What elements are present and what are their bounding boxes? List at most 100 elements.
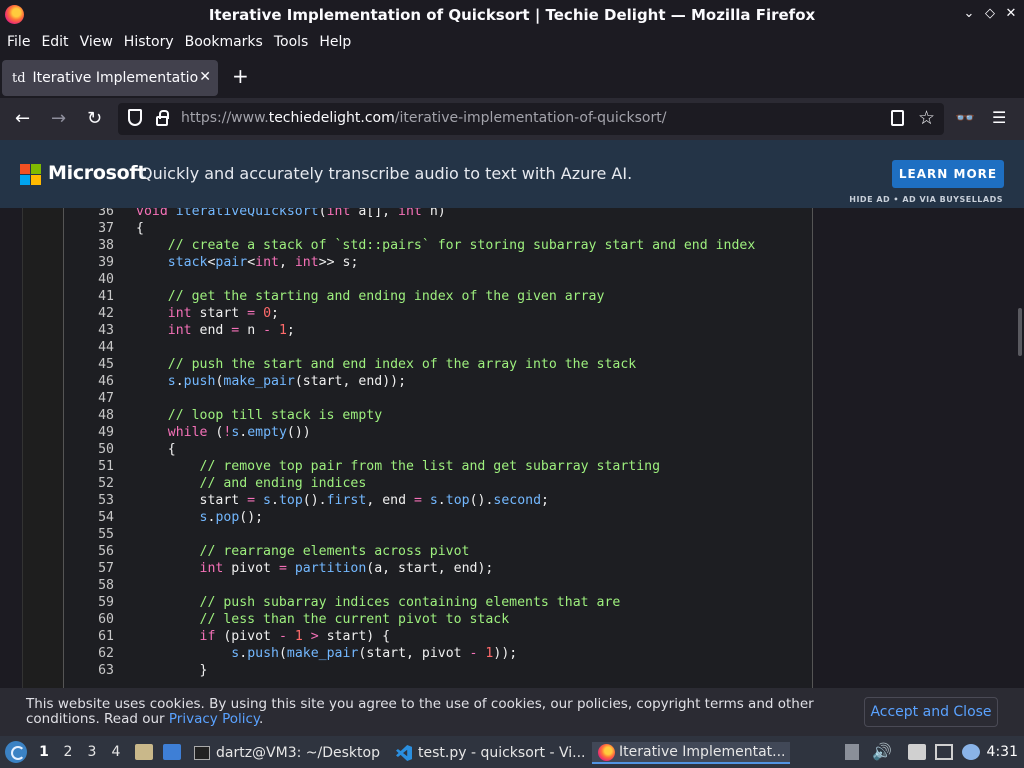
- code-text: // and ending indices: [199, 476, 367, 491]
- code-text: stack<pair<int, int>> s;: [167, 255, 359, 270]
- menu-edit[interactable]: Edit: [41, 34, 68, 50]
- taskbar: 1 2 3 4 dartz@VM3: ~/Desktop test.py - q…: [0, 736, 1024, 768]
- line-number: 63: [98, 663, 114, 678]
- code-text: // loop till stack is empty: [167, 408, 383, 423]
- code-line: 36 void iterativeQuicksort(int a[], int n…: [64, 208, 755, 220]
- ad-banner[interactable]: Microsoft Quickly and accurately transcr…: [0, 140, 1024, 208]
- bookmark-star-icon[interactable]: ☆: [918, 107, 935, 129]
- taskbar-terminal[interactable]: dartz@VM3: ~/Desktop: [194, 742, 380, 764]
- line-number: 46: [98, 374, 114, 389]
- forward-icon[interactable]: →: [51, 108, 66, 129]
- code-line: 40: [64, 271, 755, 288]
- workspace-2[interactable]: 2: [60, 744, 76, 760]
- code-line: 42 int start = 0;: [64, 305, 755, 322]
- show-desktop-icon[interactable]: [163, 744, 181, 760]
- learn-more-button[interactable]: LEARN MORE: [892, 160, 1004, 188]
- menu-bookmarks[interactable]: Bookmarks: [185, 34, 263, 50]
- ad-brand: Microsoft: [48, 162, 147, 184]
- firefox-logo-icon: [5, 5, 24, 24]
- line-number: 42: [98, 306, 114, 321]
- microsoft-logo-icon: [20, 164, 41, 185]
- minimize-icon[interactable]: ⌄: [962, 6, 976, 21]
- start-menu-icon[interactable]: [5, 741, 27, 763]
- extension-mask-icon[interactable]: 👓: [955, 108, 975, 127]
- line-number: 48: [98, 408, 114, 423]
- line-number: 58: [98, 578, 114, 593]
- close-window-icon[interactable]: ✕: [1004, 6, 1018, 21]
- code-text: void iterativeQuicksort(int a[], int n): [136, 208, 446, 219]
- notification-icon[interactable]: [962, 744, 980, 760]
- menu-history[interactable]: History: [124, 34, 174, 50]
- code-text: // remove top pair from the list and get…: [199, 459, 661, 474]
- line-number: 36: [98, 208, 114, 219]
- code-text: int end = n - 1;: [167, 323, 295, 338]
- code-text: }: [136, 663, 208, 678]
- hamburger-menu-icon[interactable]: ☰: [992, 108, 1006, 127]
- code-line: 47: [64, 390, 755, 407]
- line-number: 40: [98, 272, 114, 287]
- code-line: 52 // and ending indices: [64, 475, 755, 492]
- logo-square: [31, 164, 41, 174]
- trash-icon[interactable]: [845, 744, 859, 760]
- new-tab-button[interactable]: +: [232, 64, 249, 88]
- lock-icon[interactable]: [156, 110, 169, 126]
- code-line: 59 // push subarray indices containing e…: [64, 594, 755, 611]
- menu-view[interactable]: View: [80, 34, 113, 50]
- reload-icon[interactable]: ↻: [87, 108, 102, 129]
- code-lines: 35// iterative Quicksort routine36void i…: [64, 208, 755, 679]
- code-line: 45 // push the start and end index of th…: [64, 356, 755, 373]
- clock: 4:31: [986, 744, 1018, 760]
- menu-file[interactable]: File: [7, 34, 30, 50]
- navigation-bar: ← → ↻ https://www.techiedelight.com/iter…: [0, 98, 1024, 140]
- code-line: 63 }: [64, 662, 755, 679]
- accept-and-close-button[interactable]: Accept and Close: [864, 697, 998, 727]
- code-line: 38 // create a stack of `std::pairs` for…: [64, 237, 755, 254]
- url-bar[interactable]: https://www.techiedelight.com/iterative-…: [118, 103, 944, 135]
- taskbar-vscode[interactable]: test.py - quicksort - Vi...: [396, 742, 585, 764]
- logo-square: [20, 164, 30, 174]
- code-line: 56 // rearrange elements across pivot: [64, 543, 755, 560]
- menu-help[interactable]: Help: [319, 34, 351, 50]
- volume-icon[interactable]: 🔊: [872, 742, 892, 761]
- line-number: 47: [98, 391, 114, 406]
- tracking-protection-icon[interactable]: [128, 109, 142, 126]
- code-text: s.push(make_pair(start, end));: [167, 374, 407, 389]
- terminal-icon: [194, 746, 210, 760]
- code-text: // less than the current pivot to stack: [199, 612, 510, 627]
- back-icon[interactable]: ←: [15, 108, 30, 129]
- taskbar-firefox[interactable]: Iterative Implementat...: [592, 742, 790, 764]
- clipboard-icon[interactable]: [908, 744, 926, 760]
- reader-view-icon[interactable]: [891, 110, 904, 126]
- code-text: // push subarray indices containing elem…: [199, 595, 621, 610]
- workspace-4[interactable]: 4: [108, 744, 124, 760]
- network-icon[interactable]: [935, 744, 953, 760]
- code-text: // rearrange elements across pivot: [199, 544, 470, 559]
- workspace-1[interactable]: 1: [36, 744, 52, 760]
- code-text: start = s.top().first, end = s.top().sec…: [136, 493, 549, 508]
- page-scrollbar[interactable]: [1018, 308, 1022, 356]
- code-line: 44: [64, 339, 755, 356]
- file-manager-icon[interactable]: [135, 744, 153, 760]
- code-text: {: [136, 221, 144, 236]
- ad-footer[interactable]: HIDE AD • AD VIA BUYSELLADS: [849, 195, 1003, 204]
- line-number: 55: [98, 527, 114, 542]
- code-text: int start = 0;: [167, 306, 279, 321]
- code-text: s.push(make_pair(start, pivot - 1));: [231, 646, 518, 661]
- line-number: 61: [98, 629, 114, 644]
- restore-icon[interactable]: ◇: [983, 6, 997, 21]
- code-line: 57 int pivot = partition(a, start, end);: [64, 560, 755, 577]
- tab-active[interactable]: td Iterative Implementation of Quicksort…: [2, 60, 218, 96]
- workspace-3[interactable]: 3: [84, 744, 100, 760]
- menu-tools[interactable]: Tools: [274, 34, 309, 50]
- line-number: 45: [98, 357, 114, 372]
- tab-close-icon[interactable]: ✕: [199, 69, 211, 85]
- line-number: 41: [98, 289, 114, 304]
- privacy-policy-link[interactable]: Privacy Policy: [169, 711, 259, 727]
- ad-copy: Quickly and accurately transcribe audio …: [140, 164, 633, 183]
- menu-bar: File Edit View History Bookmarks Tools H…: [0, 30, 1024, 54]
- code-text: while (!s.empty()): [167, 425, 311, 440]
- cookie-banner: This website uses cookies. By using this…: [0, 688, 1024, 736]
- url-text[interactable]: https://www.techiedelight.com/iterative-…: [181, 110, 666, 126]
- code-line: 58: [64, 577, 755, 594]
- code-text: int pivot = partition(a, start, end);: [199, 561, 494, 576]
